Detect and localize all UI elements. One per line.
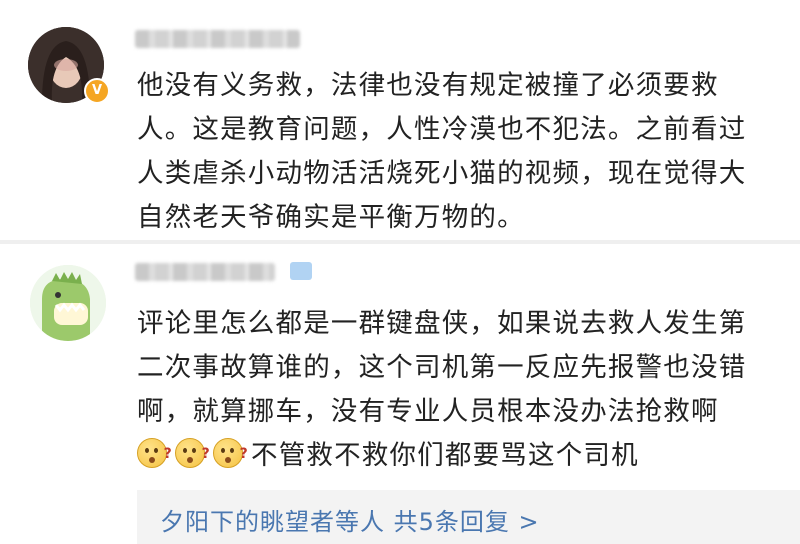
level-badge-icon bbox=[290, 262, 312, 280]
comment-text-line: 二次事故算谁的，这个司机第一反应先报警也没错 bbox=[137, 352, 747, 383]
verified-badge-icon: V bbox=[84, 78, 110, 104]
dinosaur-avatar-icon bbox=[30, 265, 106, 341]
comment-text-line: 评论里怎么都是一群键盘侠，如果说去救人发生第 bbox=[137, 308, 747, 339]
comment-item: V user 他没有义务救，法律也没有规定被撞了必须要救 人。这是教育问题，人性… bbox=[0, 0, 800, 240]
reply-summary-box[interactable]: 夕阳下的眺望者等人 共5条回复 > bbox=[137, 490, 800, 544]
avatar[interactable] bbox=[30, 265, 106, 341]
confused-face-icon: ? bbox=[213, 438, 248, 468]
comment-text-tail: 不管救不救你们都要骂这个司机 bbox=[251, 440, 639, 471]
comment-text-line: 人类虐杀小动物活活烧死小猫的视频，现在觉得大 bbox=[137, 158, 747, 189]
confused-face-icon: ? bbox=[137, 438, 172, 468]
comment-text-line: 人。这是教育问题，人性冷漠也不犯法。之前看过 bbox=[137, 114, 747, 145]
comment-text-line: 啊，就算挪车，没有专业人员根本没办法抢救啊 bbox=[137, 396, 719, 427]
username-blurred[interactable]: user bbox=[135, 30, 300, 48]
comment-text: 评论里怎么都是一群键盘侠，如果说去救人发生第 二次事故算谁的，这个司机第一反应先… bbox=[137, 302, 777, 478]
comment-text: 他没有义务救，法律也没有规定被撞了必须要救 人。这是教育问题，人性冷漠也不犯法。… bbox=[137, 64, 777, 240]
view-replies-link[interactable]: 夕阳下的眺望者等人 共5条回复 > bbox=[160, 502, 540, 537]
comment-text-line: 他没有义务救，法律也没有规定被撞了必须要救 bbox=[137, 70, 719, 101]
confused-face-icon: ? bbox=[175, 438, 210, 468]
username-blurred[interactable]: user bbox=[135, 263, 275, 281]
comment-text-line: ??? 不管救不救你们都要骂这个司机 bbox=[137, 434, 777, 478]
comment-text-line: 自然老天爷确实是平衡万物的。 bbox=[137, 202, 525, 233]
